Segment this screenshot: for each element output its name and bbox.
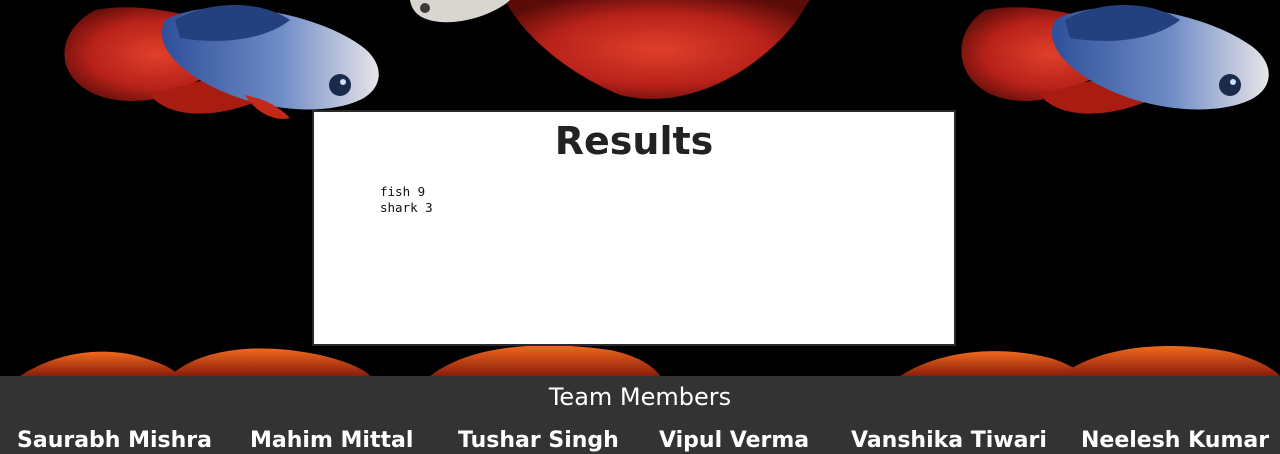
center-fish (410, 0, 810, 99)
left-fish (64, 5, 379, 119)
team-members-title: Team Members (548, 383, 732, 411)
result-line-fish: fish 9 (380, 184, 426, 199)
page: Results fish 9 shark 3 Team Members Saura… (0, 0, 1280, 454)
bottom-fins (20, 345, 1280, 376)
team-member-name: Neelesh Kumar (1081, 428, 1270, 453)
right-fish (961, 5, 1269, 114)
team-member-name: Tushar Singh (458, 428, 619, 453)
team-member-name: Mahim Mittal (250, 428, 414, 453)
team-footer: Team Members Saurabh Mishra Mahim Mittal… (0, 376, 1280, 454)
results-title: Results (554, 119, 714, 163)
result-line-shark: shark 3 (380, 200, 433, 215)
results-panel: Results fish 9 shark 3 (312, 110, 956, 346)
team-member-name: Vanshika Tiwari (851, 428, 1047, 453)
team-member-name: Vipul Verma (659, 428, 810, 453)
team-member-name: Saurabh Mishra (17, 428, 213, 453)
results-output: fish 9 shark 3 (380, 184, 433, 216)
